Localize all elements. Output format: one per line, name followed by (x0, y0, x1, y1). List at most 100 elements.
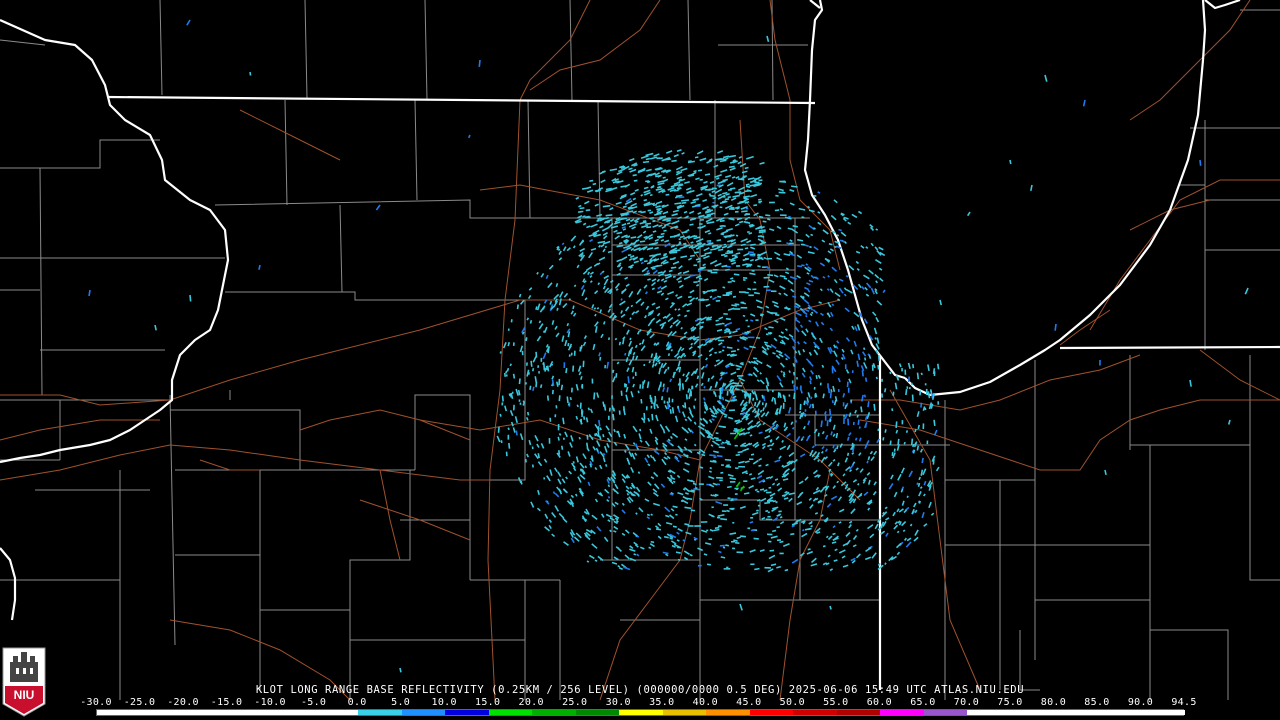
radar-echo (784, 490, 788, 494)
radar-echo (258, 264, 261, 270)
radar-echo (478, 59, 481, 67)
radar-echo (750, 319, 754, 322)
radar-echo (647, 173, 655, 177)
radar-echo (645, 157, 651, 161)
radar-echo (715, 319, 719, 322)
radar-echo (792, 295, 797, 298)
radar-echo (725, 251, 734, 255)
radar-echo (745, 185, 751, 189)
radar-echo (725, 268, 730, 272)
radar-echo (717, 248, 724, 252)
radar-echo (814, 345, 817, 349)
radar-echo (779, 540, 784, 544)
radar-echo (822, 393, 825, 399)
radar-echo (720, 442, 723, 445)
radar-echo (788, 370, 791, 374)
radar-echo (649, 194, 653, 197)
radar-echo (791, 185, 798, 188)
radar-echo (866, 460, 869, 464)
radar-echo (524, 382, 528, 385)
radar-echo (652, 230, 657, 233)
radar-echo (856, 414, 859, 418)
radar-echo (678, 366, 682, 373)
colorbar-segment (880, 710, 925, 715)
radar-echo (709, 454, 716, 457)
radar-echo (822, 545, 826, 548)
radar-echo (827, 301, 830, 305)
radar-echo (578, 210, 584, 213)
radar-echo (662, 551, 669, 555)
radar-echo (585, 209, 591, 212)
radar-echo (910, 382, 913, 386)
radar-echo (808, 527, 812, 531)
radar-echo (586, 560, 590, 563)
radar-echo (517, 389, 521, 396)
radar-echo (684, 506, 692, 510)
radar-echo (677, 308, 681, 311)
radar-echo (537, 453, 540, 459)
radar-echo (778, 408, 782, 415)
radar-echo (557, 248, 561, 252)
radar-echo (1054, 323, 1057, 331)
colorbar-segment (793, 710, 838, 715)
radar-echo (749, 184, 755, 187)
radar-echo (875, 228, 879, 231)
radar-echo (672, 480, 676, 483)
radar-echo (863, 347, 866, 351)
radar-echo (932, 458, 935, 465)
radar-echo (679, 235, 685, 239)
radar-echo (601, 270, 605, 274)
radar-echo (689, 223, 694, 226)
radar-echo (709, 242, 714, 245)
scale-label: 20.0 (518, 697, 544, 708)
radar-echo (594, 313, 597, 317)
radar-echo (643, 260, 648, 263)
radar-echo (734, 303, 740, 306)
radar-echo (690, 342, 694, 346)
radar-echo (633, 553, 637, 556)
radar-echo (647, 278, 651, 281)
radar-echo (666, 219, 671, 222)
radar-echo (713, 528, 720, 532)
radar-echo (697, 280, 701, 283)
colorbar-segment (575, 710, 620, 715)
radar-echo (726, 353, 731, 357)
radar-echo (720, 518, 728, 521)
radar-echo (828, 408, 832, 416)
radar-echo (655, 414, 658, 418)
radar-echo (558, 433, 562, 436)
radar-echo (625, 218, 631, 222)
radar-echo (906, 495, 909, 499)
radar-echo (828, 243, 833, 246)
radar-echo (802, 528, 805, 532)
radar-echo (612, 369, 615, 374)
radar-echo (508, 442, 511, 449)
radar-echo (722, 546, 726, 549)
radar-echo (864, 357, 867, 361)
radar-echo (758, 215, 764, 219)
radar-echo (682, 488, 686, 491)
radar-echo (509, 363, 512, 367)
radar-echo (637, 390, 640, 394)
radar-echo (670, 348, 674, 352)
radar-echo (919, 486, 923, 489)
radar-echo (648, 546, 652, 549)
radar-echo (698, 450, 701, 454)
radar-echo (827, 274, 830, 278)
radar-echo (635, 220, 639, 224)
radar-echo (743, 492, 750, 495)
radar-echo (704, 298, 709, 301)
radar-echo (894, 382, 898, 390)
radar-echo (729, 532, 737, 535)
radar-echo (622, 205, 627, 209)
radar-echo (752, 357, 758, 360)
radar-echo (809, 245, 812, 249)
radar-echo (530, 360, 533, 367)
radar-echo (790, 533, 795, 536)
radar-echo (710, 444, 714, 447)
radar-echo (745, 183, 750, 186)
radar-echo (578, 204, 582, 208)
radar-echo (716, 239, 722, 242)
radar-echo (637, 471, 641, 475)
radar-echo (578, 436, 581, 440)
